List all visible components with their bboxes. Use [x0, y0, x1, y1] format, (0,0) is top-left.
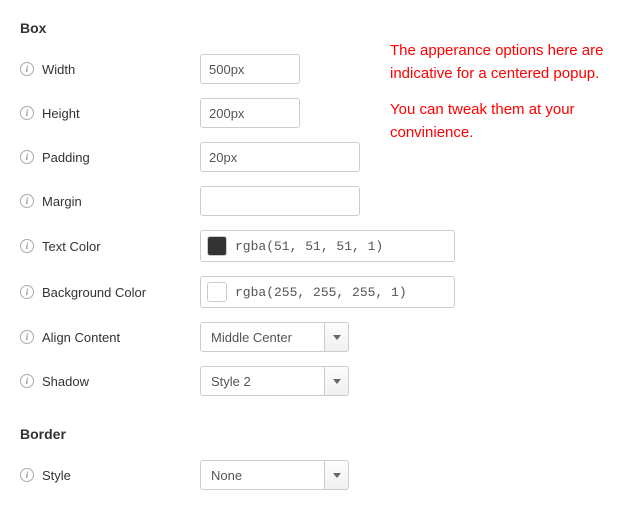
shadow-label: Shadow — [42, 374, 89, 389]
border-section: Border i Style None — [20, 426, 610, 490]
align-content-select[interactable]: Middle Center — [200, 322, 349, 352]
background-color-swatch[interactable] — [207, 282, 227, 302]
info-icon[interactable]: i — [20, 62, 34, 76]
margin-label: Margin — [42, 194, 82, 209]
chevron-down-icon — [333, 379, 341, 384]
align-content-row: i Align Content Middle Center — [20, 322, 610, 352]
info-icon[interactable]: i — [20, 330, 34, 344]
info-icon[interactable]: i — [20, 106, 34, 120]
info-icon[interactable]: i — [20, 239, 34, 253]
text-color-swatch[interactable] — [207, 236, 227, 256]
text-color-label: Text Color — [42, 239, 101, 254]
shadow-dropdown-button[interactable] — [325, 366, 349, 396]
chevron-down-icon — [333, 335, 341, 340]
info-icon[interactable]: i — [20, 285, 34, 299]
info-icon[interactable]: i — [20, 374, 34, 388]
shadow-select[interactable]: Style 2 — [200, 366, 349, 396]
width-input[interactable] — [200, 54, 300, 84]
shadow-row: i Shadow Style 2 — [20, 366, 610, 396]
note-line-2: You can tweak them at your convinience. — [390, 99, 610, 144]
padding-input[interactable] — [200, 142, 360, 172]
info-icon[interactable]: i — [20, 194, 34, 208]
box-section-title: Box — [20, 20, 610, 36]
align-content-dropdown-button[interactable] — [325, 322, 349, 352]
align-content-label: Align Content — [42, 330, 120, 345]
margin-input[interactable] — [200, 186, 360, 216]
note-line-1: The apperance options here are indicativ… — [390, 40, 610, 85]
align-content-value[interactable]: Middle Center — [200, 322, 325, 352]
background-color-label: Background Color — [42, 285, 146, 300]
chevron-down-icon — [333, 473, 341, 478]
padding-label: Padding — [42, 150, 90, 165]
border-style-select[interactable]: None — [200, 460, 349, 490]
width-label: Width — [42, 62, 75, 77]
border-style-dropdown-button[interactable] — [325, 460, 349, 490]
background-color-picker[interactable] — [200, 276, 455, 308]
margin-row: i Margin — [20, 186, 610, 216]
border-style-label: Style — [42, 468, 71, 483]
text-color-input[interactable] — [235, 239, 448, 254]
text-color-row: i Text Color — [20, 230, 610, 262]
shadow-value[interactable]: Style 2 — [200, 366, 325, 396]
info-icon[interactable]: i — [20, 150, 34, 164]
border-style-value[interactable]: None — [200, 460, 325, 490]
border-style-row: i Style None — [20, 460, 610, 490]
background-color-row: i Background Color — [20, 276, 610, 308]
border-section-title: Border — [20, 426, 610, 442]
height-label: Height — [42, 106, 80, 121]
height-input[interactable] — [200, 98, 300, 128]
info-icon[interactable]: i — [20, 468, 34, 482]
background-color-input[interactable] — [235, 285, 448, 300]
text-color-picker[interactable] — [200, 230, 455, 262]
appearance-note: The apperance options here are indicativ… — [390, 40, 610, 158]
